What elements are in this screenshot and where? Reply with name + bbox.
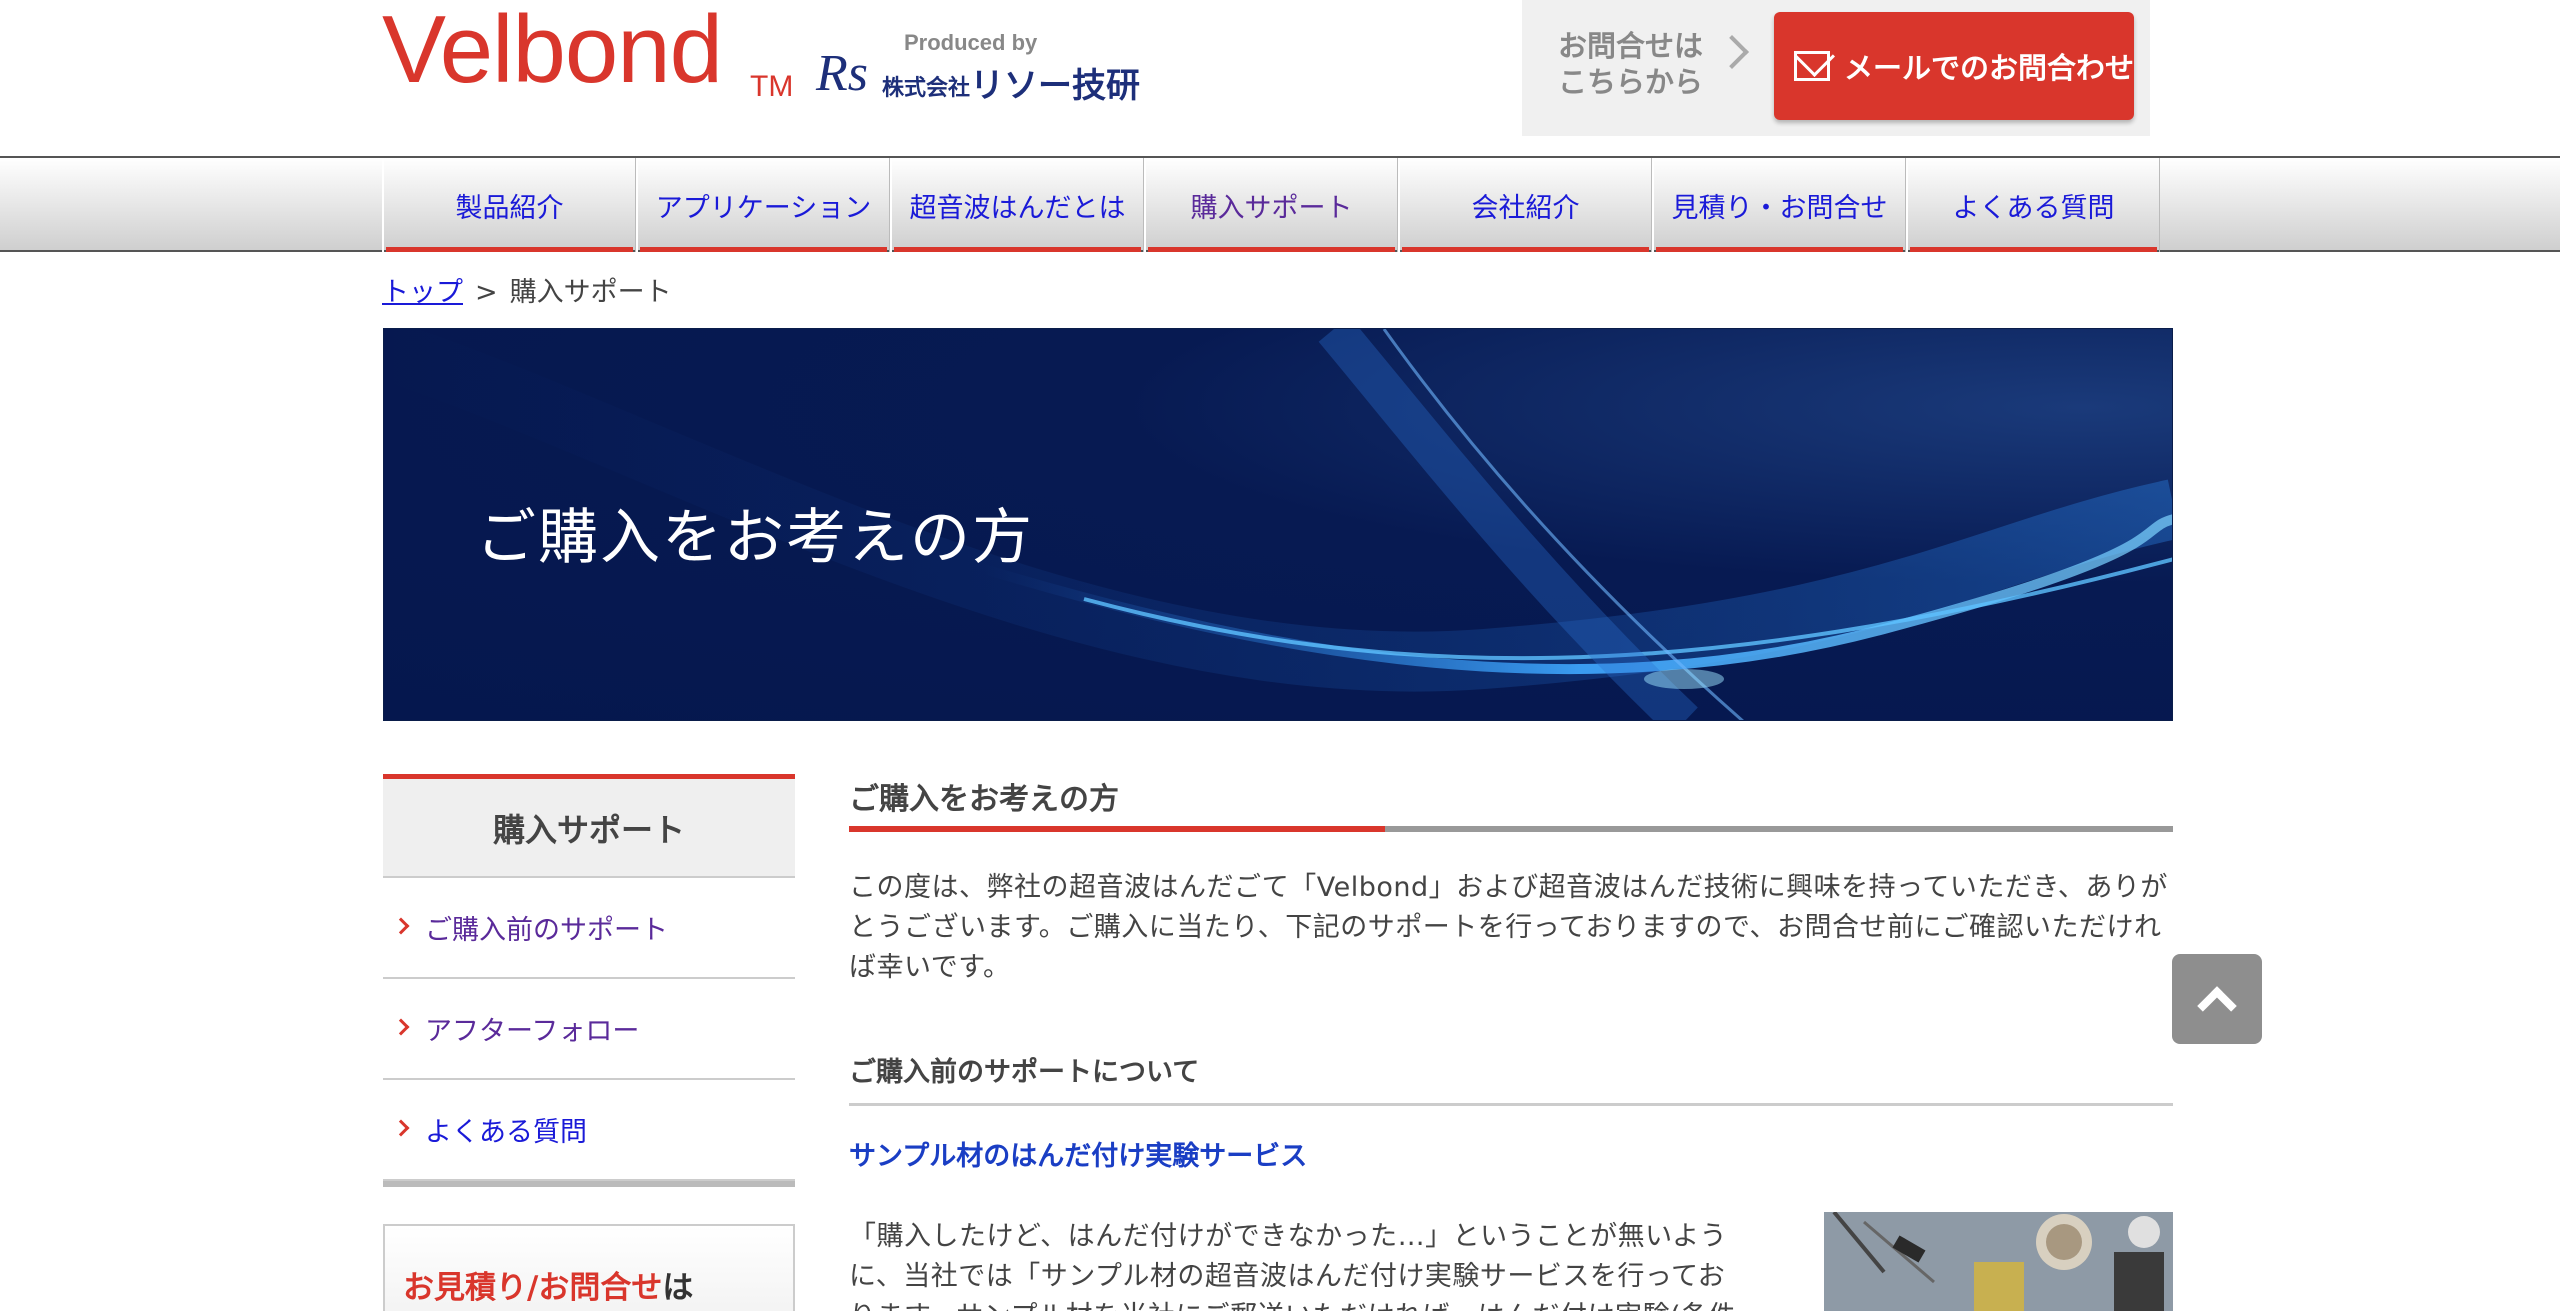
nav-item-about-ultrasonic[interactable]: 超音波はんだとは <box>890 158 1144 252</box>
breadcrumb-current: 購入サポート <box>509 277 672 308</box>
quote-contact-banner[interactable]: お見積り/お問合せは <box>383 1224 795 1311</box>
nav-item-purchase-support[interactable]: 購入サポート <box>1144 158 1398 252</box>
banner-text-red: お見積り/お問合せ <box>403 1270 663 1306</box>
nav-item-company[interactable]: 会社紹介 <box>1398 158 1652 252</box>
nav-item-quote-contact[interactable]: 見積り・お問合せ <box>1652 158 1906 252</box>
mail-icon <box>1794 51 1830 81</box>
mail-button-label: メールでのお問合わせ <box>1843 51 2134 85</box>
hero-title: ご購入をお考えの方 <box>476 503 1034 573</box>
title-underline <box>849 826 2173 832</box>
service-heading: サンプル材のはんだ付け実験サービス <box>849 1141 1308 1172</box>
site-header: Velbond TM Produced by Rs 株式会社 リソー技研 お問合… <box>0 0 2560 156</box>
global-nav: 製品紹介 アプリケーション 超音波はんだとは 購入サポート 会社紹介 見積り・お… <box>0 156 2560 252</box>
contact-label: お問合せは こちらから <box>1558 28 1703 100</box>
nav-item-faq[interactable]: よくある質問 <box>1906 158 2160 252</box>
breadcrumb-home-link[interactable]: トップ <box>382 277 463 308</box>
sidebar-item-label: よくある質問 <box>425 1117 587 1148</box>
chevron-up-icon <box>2197 986 2237 1026</box>
sample-photo-art <box>1824 1212 2173 1311</box>
produced-by-label: Produced by <box>904 30 1038 55</box>
section-title: ご購入をお考えの方 <box>849 782 1119 817</box>
chevron-right-icon <box>392 1119 410 1137</box>
breadcrumb: トップ > 購入サポート <box>382 270 672 309</box>
nav-items: 製品紹介 アプリケーション 超音波はんだとは 購入サポート 会社紹介 見積り・お… <box>382 158 2160 252</box>
company-type-label: 株式会社 <box>882 76 971 101</box>
sidebar-item-label: ご購入前のサポート <box>425 915 668 946</box>
sidebar-heading: 購入サポート <box>383 774 795 878</box>
banner-text-dark: は <box>662 1270 694 1306</box>
contact-label-line1: お問合せは <box>1558 29 1704 63</box>
hero-banner: ご購入をお考えの方 <box>383 328 2173 721</box>
sidebar-item-after-follow[interactable]: アフターフォロー <box>383 979 795 1080</box>
main-content: ご購入をお考えの方 この度は、弊社の超音波はんだごて「Velbond」および超音… <box>849 774 2173 1311</box>
sample-materials-photo <box>1824 1212 2173 1311</box>
sidebar-item-faq[interactable]: よくある質問 <box>383 1080 795 1181</box>
chevron-right-icon <box>392 1018 410 1036</box>
velbond-logo[interactable]: Velbond <box>382 0 723 100</box>
chevron-right-icon <box>1715 35 1749 69</box>
service-paragraph: 「購入したけど、はんだ付けができなかった…」ということが無いように、当社では「サ… <box>849 1221 1735 1311</box>
sidebar-item-pre-purchase-support[interactable]: ご購入前のサポート <box>383 878 795 979</box>
sidebar: 購入サポート ご購入前のサポート アフターフォロー よくある質問 お見積り/お問… <box>383 774 795 1311</box>
intro-paragraph: この度は、弊社の超音波はんだごて「Velbond」および超音波はんだ技術に興味を… <box>849 872 2168 983</box>
mail-contact-button[interactable]: メールでのお問合わせ <box>1774 12 2134 120</box>
banner-text: お見積り/お問合せは <box>403 1262 693 1307</box>
contact-label-line2: こちらから <box>1558 65 1704 99</box>
sidebar-divider <box>383 1181 795 1187</box>
trademark-mark: TM <box>750 70 794 103</box>
chevron-right-icon <box>392 917 410 935</box>
nav-item-applications[interactable]: アプリケーション <box>636 158 890 252</box>
nav-item-products[interactable]: 製品紹介 <box>382 158 636 252</box>
subsection-heading: ご購入前のサポートについて <box>849 1050 2173 1106</box>
sidebar-item-label: アフターフォロー <box>425 1016 640 1047</box>
back-to-top-button[interactable] <box>2172 954 2262 1044</box>
contact-box: お問合せは こちらから メールでのお問合わせ <box>1522 0 2150 136</box>
rs-logo-mark: Rs <box>816 45 868 102</box>
breadcrumb-separator: > <box>475 277 498 308</box>
company-name: リソー技研 <box>970 66 1140 106</box>
